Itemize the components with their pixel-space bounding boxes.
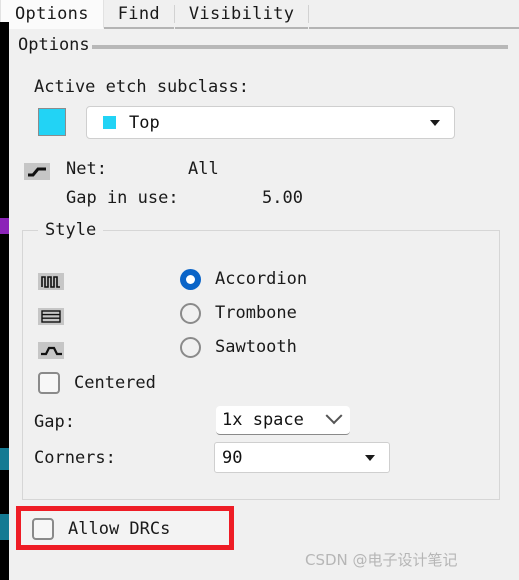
section-header: Options — [18, 33, 508, 57]
corners-label: Corners: — [34, 448, 116, 468]
tab-bar-filler — [309, 0, 519, 29]
gap-in-use-value: 5.00 — [262, 188, 303, 208]
tab-options-label: Options — [15, 3, 89, 24]
radio-sawtooth-label: Sawtooth — [215, 337, 297, 357]
allow-drcs-checkbox[interactable] — [32, 518, 54, 540]
tab-find-label: Find — [117, 3, 160, 24]
radio-trombone-indicator[interactable] — [180, 302, 201, 324]
edge-segment-3 — [0, 448, 9, 470]
tab-find[interactable]: Find — [103, 0, 174, 29]
edge-segment-6 — [0, 540, 9, 580]
centered-checkbox-row[interactable]: Centered — [38, 372, 156, 394]
tab-options[interactable]: Options — [0, 0, 104, 29]
net-value: All — [188, 159, 219, 179]
chevron-down-icon-gap — [325, 407, 343, 425]
edge-segment-2 — [0, 234, 9, 448]
gap-selected-value: 1x space — [222, 410, 304, 430]
edge-segment-0 — [0, 22, 9, 218]
net-row: Net: All — [66, 159, 219, 179]
edge-segment-1 — [0, 218, 9, 234]
gap-in-use-row: Gap in use: 5.00 — [66, 188, 303, 208]
watermark: CSDN @电子设计笔记 — [305, 551, 458, 569]
style-groupbox-title: Style — [38, 220, 104, 240]
chevron-down-icon — [430, 119, 440, 126]
accordion-glyph — [41, 276, 60, 288]
gap-label: Gap: — [34, 412, 75, 432]
sawtooth-icon — [38, 342, 64, 359]
radio-option-sawtooth[interactable]: Sawtooth — [180, 335, 297, 359]
net-trace-glyph — [28, 167, 46, 177]
allow-drcs-label: Allow DRCs — [68, 519, 171, 539]
sawtooth-glyph — [41, 346, 62, 356]
trombone-icon — [38, 308, 64, 325]
gap-dropdown[interactable]: 1x space — [216, 406, 350, 435]
tab-visibility[interactable]: Visibility — [174, 0, 309, 29]
options-panel-content: Active etch subclass: Top Net: All Gap i… — [0, 58, 519, 580]
tab-bar: Options Find Visibility — [0, 0, 519, 29]
radio-trombone-label: Trombone — [215, 303, 297, 323]
radio-accordion-indicator[interactable] — [180, 268, 201, 290]
radio-accordion-label: Accordion — [215, 269, 308, 289]
net-label: Net: — [66, 159, 107, 179]
subclass-item-color-icon — [103, 116, 116, 129]
section-rule — [91, 45, 508, 49]
canvas-edge-strip — [0, 22, 9, 580]
active-etch-subclass-label: Active etch subclass: — [34, 77, 249, 97]
section-title: Options — [18, 35, 90, 55]
gap-in-use-label: Gap in use: — [66, 188, 179, 208]
centered-checkbox[interactable] — [38, 372, 60, 394]
net-trace-icon — [24, 163, 50, 180]
radio-sawtooth-indicator[interactable] — [180, 336, 201, 358]
corners-selected-value: 90 — [222, 447, 243, 468]
trombone-glyph — [41, 310, 61, 323]
radio-option-accordion[interactable]: Accordion — [180, 267, 307, 291]
allow-drcs-checkbox-row[interactable]: Allow DRCs — [32, 518, 170, 540]
subclass-color-swatch[interactable] — [38, 108, 66, 136]
centered-label: Centered — [74, 373, 156, 393]
tab-visibility-label: Visibility — [188, 3, 295, 24]
edge-segment-5 — [0, 514, 9, 540]
radio-option-trombone[interactable]: Trombone — [180, 301, 297, 325]
edge-segment-4 — [0, 470, 9, 514]
chevron-down-icon-corners — [365, 454, 375, 461]
corners-dropdown[interactable]: 90 — [214, 442, 390, 473]
accordion-icon — [38, 273, 64, 290]
subclass-selected-value: Top — [129, 112, 160, 133]
subclass-dropdown[interactable]: Top — [86, 106, 455, 139]
